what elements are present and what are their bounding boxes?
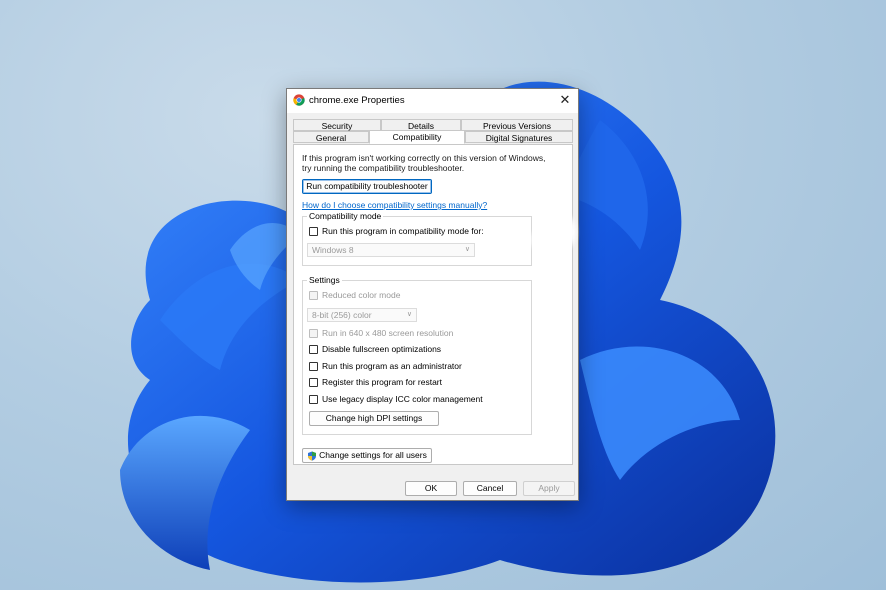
reduced-color-checkbox[interactable] — [309, 291, 318, 300]
compatibility-panel: If this program isn't working correctly … — [293, 144, 573, 465]
resolution-checkbox[interactable] — [309, 329, 318, 338]
tab-previous-versions[interactable]: Previous Versions — [461, 119, 573, 131]
compatibility-mode-legend: Compatibility mode — [307, 211, 383, 221]
compat-mode-checkbox[interactable] — [309, 227, 318, 236]
cancel-button[interactable]: Cancel — [463, 481, 517, 496]
settings-legend: Settings — [307, 275, 342, 285]
reduced-color-label: Reduced color mode — [322, 290, 400, 300]
tab-security[interactable]: Security — [293, 119, 381, 131]
intro-line-1: If this program isn't working correctly … — [302, 153, 546, 163]
ok-button[interactable]: OK — [405, 481, 457, 496]
change-all-users-button[interactable]: Change settings for all users — [302, 448, 432, 463]
windows-version-value: Windows 8 — [312, 245, 354, 255]
windows-version-select[interactable]: Windows 8 ∨ — [307, 243, 475, 257]
intro-line-2: try running the compatibility troublesho… — [302, 163, 464, 173]
help-link[interactable]: How do I choose compatibility settings m… — [302, 200, 487, 210]
redaction-blur — [484, 223, 532, 257]
settings-group: Settings Reduced color mode 8-bit (256) … — [302, 280, 532, 435]
shield-icon — [307, 451, 317, 461]
admin-label: Run this program as an administrator — [322, 361, 462, 371]
chevron-down-icon: ∨ — [407, 309, 412, 321]
redaction-blur — [540, 211, 576, 253]
change-dpi-button[interactable]: Change high DPI settings — [309, 411, 439, 426]
tab-digital-signatures[interactable]: Digital Signatures — [465, 131, 573, 143]
fullscreen-label: Disable fullscreen optimizations — [322, 344, 441, 354]
close-icon[interactable]: ✕ — [558, 93, 572, 107]
title-bar[interactable]: chrome.exe Properties ✕ — [287, 89, 578, 113]
chevron-down-icon: ∨ — [465, 244, 470, 256]
restart-checkbox[interactable] — [309, 378, 318, 387]
admin-checkbox[interactable] — [309, 362, 318, 371]
restart-label: Register this program for restart — [322, 377, 442, 387]
color-depth-select[interactable]: 8-bit (256) color ∨ — [307, 308, 417, 322]
properties-dialog: chrome.exe Properties ✕ Security Details… — [286, 88, 579, 501]
tab-compatibility[interactable]: Compatibility — [369, 130, 465, 144]
change-all-users-label: Change settings for all users — [319, 450, 427, 460]
icc-label: Use legacy display ICC color management — [322, 394, 483, 404]
tab-general[interactable]: General — [293, 131, 369, 143]
fullscreen-checkbox[interactable] — [309, 345, 318, 354]
icc-checkbox[interactable] — [309, 395, 318, 404]
run-troubleshooter-button[interactable]: Run compatibility troubleshooter — [302, 179, 432, 194]
apply-button[interactable]: Apply — [523, 481, 575, 496]
resolution-label: Run in 640 x 480 screen resolution — [322, 328, 453, 338]
window-title: chrome.exe Properties — [309, 95, 405, 106]
color-depth-value: 8-bit (256) color — [312, 310, 372, 320]
chrome-icon — [293, 94, 305, 106]
compat-mode-label: Run this program in compatibility mode f… — [322, 226, 484, 236]
